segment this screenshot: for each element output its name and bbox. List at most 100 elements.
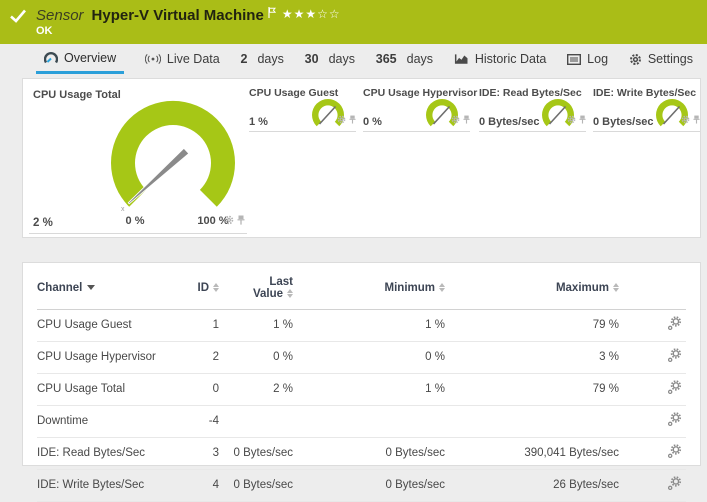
tab-2-days[interactable]: 2 days (241, 44, 284, 74)
column-header-label: Minimum (385, 282, 435, 294)
channel-minimum: 0 Bytes/sec (293, 470, 445, 502)
chart-icon (454, 53, 469, 65)
channel-name[interactable]: IDE: Write Bytes/Sec (37, 470, 187, 502)
column-header-id[interactable]: ID (187, 263, 219, 310)
channel-settings-gear-icon[interactable] (667, 348, 682, 363)
priority-flag-icon[interactable] (268, 7, 276, 18)
tab-label: Historic Data (475, 52, 547, 66)
channel-name[interactable]: Downtime (37, 406, 187, 438)
sort-arrows-icon (439, 283, 445, 292)
gauge-ide-read-bytes[interactable]: IDE: Read Bytes/Sec 0 Bytes/sec (479, 87, 586, 132)
gauge-icon (44, 51, 58, 64)
gauge-ide-write-bytes[interactable]: IDE: Write Bytes/Sec 0 Bytes/sec (593, 87, 700, 132)
status-ok-check-icon (10, 9, 36, 23)
gauge-cpu-usage-total[interactable]: CPU Usage Total x 2 % 0 % 100 % (29, 87, 247, 234)
tab-365-days[interactable]: 365 days (376, 44, 433, 74)
channel-name[interactable]: CPU Usage Hypervisor (37, 342, 187, 374)
channel-id: -4 (187, 406, 219, 438)
gauge-current-value: 1 % (249, 116, 268, 128)
channel-settings-gear-icon[interactable] (667, 412, 682, 427)
gauge-pin-icon[interactable] (349, 111, 356, 129)
column-header-label: Last (219, 276, 293, 288)
channel-id: 3 (187, 438, 219, 470)
column-header-label: Channel (37, 282, 82, 294)
channel-maximum (445, 406, 619, 438)
gauge-settings-gear-icon[interactable] (451, 111, 460, 129)
sort-arrows-icon (613, 283, 619, 292)
tab-label: Settings (648, 52, 693, 66)
gauge-pin-icon[interactable] (237, 212, 245, 230)
channel-last-value: 0 Bytes/sec (219, 438, 293, 470)
tab-label: Overview (64, 51, 116, 65)
channel-maximum: 390,041 Bytes/sec (445, 438, 619, 470)
gauge-settings-gear-icon[interactable] (224, 212, 234, 230)
tab-number: 30 (305, 52, 319, 66)
gauge-current-value: 0 % (363, 116, 382, 128)
channel-name[interactable]: IDE: Read Bytes/Sec (37, 438, 187, 470)
tab-label: days (329, 52, 355, 66)
gauge-pin-icon[interactable] (463, 111, 470, 129)
channel-last-value: 1 % (219, 310, 293, 342)
table-row[interactable]: CPU Usage Total 0 2 % 1 % 79 % (37, 374, 686, 406)
channel-maximum: 3 % (445, 342, 619, 374)
gauge-settings-gear-icon[interactable] (567, 111, 576, 129)
channel-id: 4 (187, 470, 219, 502)
channel-last-value: 0 % (219, 342, 293, 374)
column-header-minimum[interactable]: Minimum (293, 263, 445, 310)
tab-label: days (407, 52, 433, 66)
priority-stars[interactable]: ★★★☆☆ (282, 7, 341, 21)
channel-name[interactable]: CPU Usage Guest (37, 310, 187, 342)
table-row[interactable]: Downtime -4 (37, 406, 686, 438)
gauge-pin-icon[interactable] (579, 111, 586, 129)
column-header-channel[interactable]: Channel (37, 263, 187, 310)
table-row[interactable]: CPU Usage Hypervisor 2 0 % 0 % 3 % (37, 342, 686, 374)
sensor-title: Hyper-V Virtual Machine (92, 7, 264, 24)
gauge-scale-min: 0 % (115, 215, 155, 227)
channel-maximum: 26 Bytes/sec (445, 470, 619, 502)
column-header-label: Value (253, 288, 283, 300)
channel-settings-gear-icon[interactable] (667, 476, 682, 491)
tab-bar: Overview Live Data 2days 30days 365days … (0, 44, 707, 74)
tab-30-days[interactable]: 30 days (305, 44, 355, 74)
table-header-row: Channel ID LastValue Minimum Maximum (37, 263, 686, 310)
gauge-settings-gear-icon[interactable] (337, 111, 346, 129)
channel-minimum: 0 % (293, 342, 445, 374)
gauge-settings-gear-icon[interactable] (681, 111, 690, 129)
gauge-current-value: 0 Bytes/sec (479, 116, 540, 128)
tab-label: days (257, 52, 283, 66)
tab-log[interactable]: Log (567, 44, 608, 74)
tab-settings[interactable]: Settings (629, 44, 693, 74)
tab-overview[interactable]: Overview (36, 44, 124, 74)
gauge-marker: x (121, 206, 125, 213)
channel-name[interactable]: CPU Usage Total (37, 374, 187, 406)
table-row[interactable]: IDE: Write Bytes/Sec 4 0 Bytes/sec 0 Byt… (37, 470, 686, 502)
column-header-last-value[interactable]: LastValue (219, 263, 293, 310)
channel-settings-gear-icon[interactable] (667, 380, 682, 395)
tab-number: 2 (241, 52, 248, 66)
gauge-dial: x (78, 95, 268, 215)
gauge-pin-icon[interactable] (693, 111, 700, 129)
channels-table: Channel ID LastValue Minimum Maximum CPU… (37, 263, 686, 502)
gauge-cpu-usage-hypervisor[interactable]: CPU Usage Hypervisor 0 % (363, 87, 470, 132)
log-icon (567, 54, 581, 65)
channel-id: 2 (187, 342, 219, 374)
channel-minimum (293, 406, 445, 438)
tab-live-data[interactable]: Live Data (145, 44, 220, 74)
tab-historic-data[interactable]: Historic Data (454, 44, 547, 74)
sort-arrows-icon (287, 289, 293, 298)
stars-filled: ★★★ (282, 7, 317, 21)
table-row[interactable]: IDE: Read Bytes/Sec 3 0 Bytes/sec 0 Byte… (37, 438, 686, 470)
table-row[interactable]: CPU Usage Guest 1 1 % 1 % 79 % (37, 310, 686, 342)
gear-icon (629, 53, 642, 66)
tab-label: Log (587, 52, 608, 66)
tab-number: 365 (376, 52, 397, 66)
channel-settings-gear-icon[interactable] (667, 444, 682, 459)
live-signal-icon (145, 53, 161, 65)
channel-minimum: 1 % (293, 310, 445, 342)
channel-settings-gear-icon[interactable] (667, 316, 682, 331)
column-header-maximum[interactable]: Maximum (445, 263, 619, 310)
sensor-overview-page: Sensor Hyper-V Virtual Machine ★★★☆☆ OK … (0, 0, 707, 466)
channel-last-value: 0 Bytes/sec (219, 470, 293, 502)
gauge-cpu-usage-guest[interactable]: CPU Usage Guest 1 % (249, 87, 356, 132)
channel-maximum: 79 % (445, 374, 619, 406)
